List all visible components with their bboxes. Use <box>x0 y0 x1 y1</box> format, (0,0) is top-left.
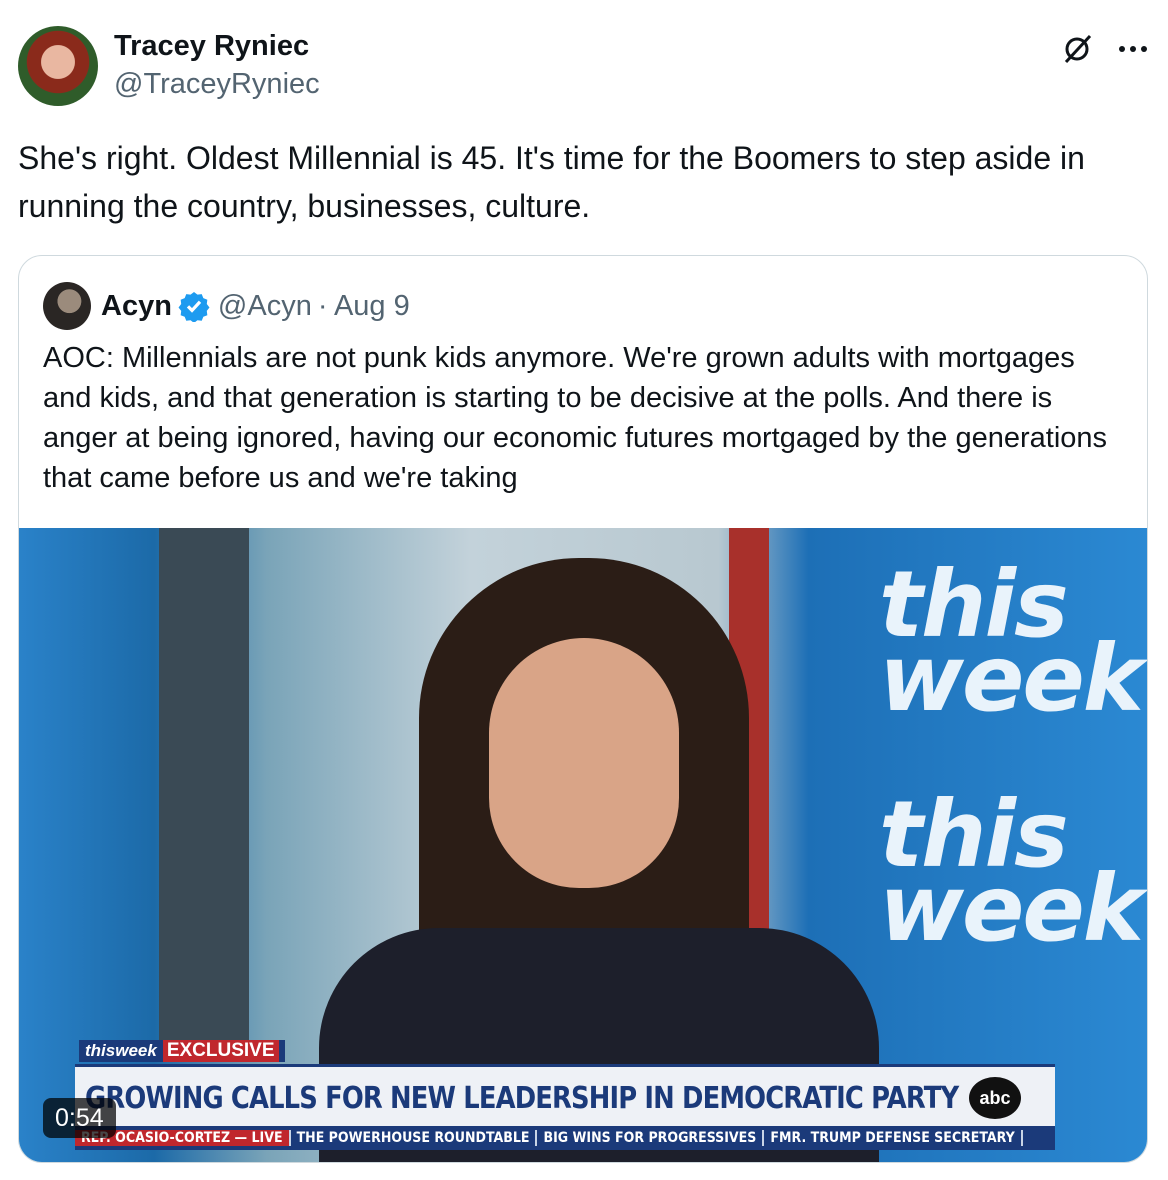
speaker-face <box>489 638 679 888</box>
ticker-item: THE POWERHOUSE ROUNDTABLE <box>291 1130 538 1146</box>
news-ticker: REP. OCASIO-CORTEZ — LIVE THE POWERHOUSE… <box>75 1126 1055 1150</box>
background-brand-1: this week <box>879 551 1144 732</box>
tweet-header: Tracey Ryniec @TraceyRyniec <box>18 26 1150 108</box>
quoted-name[interactable]: Acyn <box>101 290 172 323</box>
abc-logo: abc <box>969 1077 1021 1119</box>
grok-icon[interactable] <box>1060 32 1094 66</box>
quoted-header: Acyn @Acyn · Aug 9 <box>43 282 410 330</box>
background-brand-2: this week <box>879 781 1144 962</box>
quoted-text: AOC: Millennials are not punk kids anymo… <box>43 342 1108 494</box>
author-name[interactable]: Tracey Ryniec <box>114 30 309 63</box>
tweet-text: She's right. Oldest Millennial is 45. It… <box>18 140 1085 224</box>
quoted-avatar[interactable] <box>43 282 91 330</box>
quoted-handle[interactable]: @Acyn <box>218 290 312 323</box>
video-duration: 0:54 <box>43 1098 116 1138</box>
ticker-item: BIG WINS FOR PROGRESSIVES <box>537 1130 765 1146</box>
quoted-tweet[interactable]: Acyn @Acyn · Aug 9 AOC: Millennials are … <box>18 255 1148 1163</box>
headline-bar: GROWING CALLS FOR NEW LEADERSHIP IN DEMO… <box>75 1064 1055 1129</box>
background-pillar <box>159 528 249 1048</box>
show-brand: thisweek <box>85 1041 157 1060</box>
author-avatar[interactable] <box>18 26 98 106</box>
video-player[interactable]: this week this week thisweek EXCLUSIVE G… <box>19 528 1147 1162</box>
headline-text: GROWING CALLS FOR NEW LEADERSHIP IN DEMO… <box>85 1080 959 1116</box>
more-icon[interactable] <box>1116 32 1150 66</box>
show-tag: thisweek EXCLUSIVE <box>79 1040 285 1062</box>
quoted-date[interactable]: · Aug 9 <box>318 290 410 323</box>
exclusive-label: EXCLUSIVE <box>162 1040 279 1062</box>
author-handle[interactable]: @TraceyRyniec <box>114 68 320 101</box>
lower-third: thisweek EXCLUSIVE GROWING CALLS FOR NEW… <box>19 1040 1147 1162</box>
ticker-item: FMR. TRUMP DEFENSE SECRETARY <box>764 1130 1023 1146</box>
verified-badge-icon <box>178 292 210 322</box>
